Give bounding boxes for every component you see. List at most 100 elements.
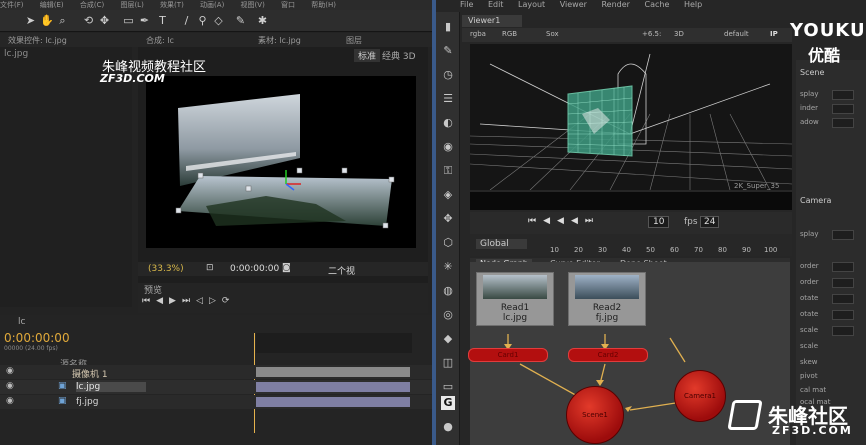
fps-field[interactable]: 24 — [700, 216, 720, 228]
visibility-eye-icon[interactable]: ◉ — [6, 396, 14, 406]
viewer-tab[interactable]: Viewer1 — [462, 15, 522, 27]
ae-menu-edit[interactable]: 编辑(E) — [40, 1, 64, 9]
nuke-menu-layout[interactable]: Layout — [518, 0, 545, 9]
view-layout-dropdown[interactable]: 二个视 — [328, 264, 355, 277]
timeline-layer-row[interactable]: ◉ 摄像机 1 — [0, 365, 432, 380]
frame-range-ruler[interactable]: Global 10 20 30 40 50 60 70 80 90 100 — [470, 234, 792, 256]
toolsets-icon[interactable]: ◫ — [441, 356, 455, 370]
draw-tools-icon[interactable]: ✎ — [441, 44, 455, 58]
workspace-standard-button[interactable]: 标准 — [354, 49, 381, 62]
layer-panel-tab[interactable]: 图层 — [346, 35, 362, 46]
ip-button[interactable]: IP — [770, 30, 778, 38]
scene-properties-tab[interactable]: Scene — [800, 68, 824, 77]
layer-corner-handle[interactable] — [296, 167, 303, 174]
property-value-field[interactable] — [832, 310, 854, 320]
card1-node[interactable]: Card1 — [468, 348, 548, 362]
text-tool-icon[interactable]: T — [156, 14, 169, 27]
plugins-icon[interactable]: ● — [441, 420, 455, 434]
layer-duration-bar[interactable] — [256, 367, 410, 377]
property-value-field[interactable] — [832, 230, 854, 240]
workspace-classic3d-button[interactable]: 经典 3D — [382, 49, 416, 62]
other-tools-icon[interactable]: ▭ — [441, 380, 455, 394]
viewer-3d-viewport[interactable]: 2K_Super_35 — [470, 44, 792, 190]
read2-node[interactable]: Read2 fj.jpg — [568, 272, 646, 326]
layer-corner-handle[interactable] — [388, 176, 395, 183]
rectangle-tool-icon[interactable]: ▭ — [122, 14, 135, 27]
color-channel-dropdown[interactable]: RGB — [502, 30, 517, 38]
visibility-eye-icon[interactable]: ◉ — [6, 381, 14, 391]
composition-viewer[interactable]: 朱峰视频教程社区 ZF3D.COM — [100, 60, 416, 248]
ae-menu-file[interactable]: 文件(F) — [0, 1, 24, 9]
read1-node[interactable]: Read1 lc.jpg — [476, 272, 554, 326]
timeline-layer-row[interactable]: ◉ ▣ fj.jpg — [0, 395, 432, 409]
property-value-field[interactable] — [832, 118, 854, 128]
property-value-field[interactable] — [832, 262, 854, 272]
image-tools-icon[interactable]: ▮ — [441, 20, 455, 34]
nuke-menu-edit[interactable]: Edit — [488, 0, 504, 9]
deep-tools-icon[interactable]: ◍ — [441, 284, 455, 298]
eraser-tool-icon[interactable]: ◇ — [212, 14, 225, 27]
color-tools-icon[interactable]: ◐ — [441, 116, 455, 130]
nuke-menu-help[interactable]: Help — [684, 0, 702, 9]
layer-corner-handle[interactable] — [245, 185, 252, 192]
property-value-field[interactable] — [832, 294, 854, 304]
channel-dropdown[interactable]: rgba — [470, 30, 486, 38]
timeline-ruler[interactable] — [256, 333, 412, 353]
layer-duration-bar[interactable] — [256, 397, 410, 407]
layer-name[interactable]: lc.jpg — [76, 382, 146, 392]
card2-node[interactable]: Card2 — [568, 348, 648, 362]
composition-tab[interactable]: 合成: lc — [146, 35, 174, 46]
view-mode-dropdown[interactable]: 3D — [674, 30, 684, 38]
preview-transport-controls[interactable]: ⏮◀▶⏭◁▷⟳ — [142, 296, 235, 306]
clone-stamp-tool-icon[interactable]: ⚲ — [196, 14, 209, 27]
property-value-field[interactable] — [832, 278, 854, 288]
zoom-dropdown[interactable]: (33.3%) — [148, 264, 184, 274]
ae-menu-layer[interactable]: 图层(L) — [120, 1, 143, 9]
brush-tool-icon[interactable]: / — [180, 14, 193, 27]
layer-corner-handle[interactable] — [382, 222, 389, 229]
nuke-menu-viewer[interactable]: Viewer — [560, 0, 587, 9]
preview-tab[interactable]: 预览 — [144, 283, 162, 296]
layer-corner-handle[interactable] — [341, 167, 348, 174]
selection-tool-icon[interactable]: ➤ — [24, 14, 37, 27]
3d-tools-icon[interactable]: ⬡ — [441, 236, 455, 250]
pen-tool-icon[interactable]: ✒ — [138, 14, 151, 27]
property-value-field[interactable] — [832, 90, 854, 100]
ae-menu-view[interactable]: 视图(V) — [241, 1, 265, 9]
transform-tools-icon[interactable]: ✥ — [441, 212, 455, 226]
property-value-field[interactable] — [832, 104, 854, 114]
camera1-node[interactable]: Camera1 — [674, 370, 726, 422]
layer-name[interactable]: fj.jpg — [76, 397, 98, 407]
region-of-interest-icon[interactable]: ⊡ — [206, 263, 214, 273]
gain-field[interactable]: +6.5: — [642, 30, 661, 38]
compare-dropdown[interactable]: Sox — [546, 30, 559, 38]
layer-name[interactable]: 摄像机 1 — [72, 367, 108, 380]
orbit-camera-tool-icon[interactable]: ⟲ — [82, 14, 95, 27]
ae-menu-animation[interactable]: 动画(A) — [200, 1, 224, 9]
camera-snapshot-icon[interactable]: ◙ — [282, 263, 291, 273]
time-tools-icon[interactable]: ◷ — [441, 68, 455, 82]
particles-tools-icon[interactable]: ✳ — [441, 260, 455, 274]
ae-menu-composition[interactable]: 合成(C) — [80, 1, 104, 9]
filter-tools-icon[interactable]: ◉ — [441, 140, 455, 154]
views-tools-icon[interactable]: ◎ — [441, 308, 455, 322]
nuke-menu-file[interactable]: File — [460, 0, 473, 9]
ae-menu-help[interactable]: 帮助(H) — [311, 1, 336, 9]
merge-tools-icon[interactable]: ◈ — [441, 188, 455, 202]
timeline-comp-tab[interactable]: lc — [18, 317, 25, 327]
roto-brush-tool-icon[interactable]: ✎ — [234, 14, 247, 27]
keyer-tools-icon[interactable]: ⚿ — [441, 164, 455, 178]
property-value-field[interactable] — [832, 326, 854, 336]
camera-properties-tab[interactable]: Camera — [800, 196, 831, 205]
timeline-timecode[interactable]: 0:00:00:00 — [4, 331, 70, 345]
range-dropdown[interactable]: Global — [476, 239, 527, 249]
timeline-layer-row[interactable]: ◉ ▣ lc.jpg — [0, 380, 432, 394]
channel-tools-icon[interactable]: ☰ — [441, 92, 455, 106]
metadata-tools-icon[interactable]: ◆ — [441, 332, 455, 346]
layer-duration-bar[interactable] — [256, 382, 410, 392]
visibility-eye-icon[interactable]: ◉ — [6, 366, 14, 376]
layer-corner-handle[interactable] — [197, 172, 204, 179]
puppet-pin-tool-icon[interactable]: ✱ — [256, 14, 269, 27]
hand-tool-icon[interactable]: ✋ — [40, 14, 54, 27]
ae-menu-window[interactable]: 窗口 — [281, 1, 295, 9]
